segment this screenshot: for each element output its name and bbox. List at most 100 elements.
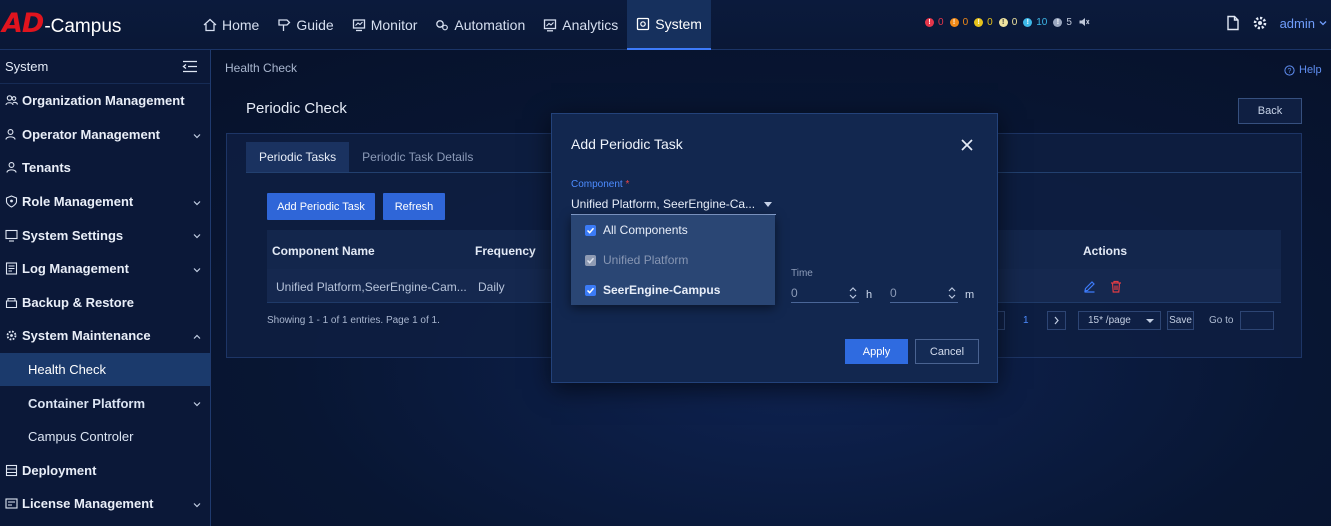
stepper-icon[interactable] (948, 286, 956, 300)
collapse-menu-icon[interactable] (182, 60, 198, 73)
breadcrumb: Health Check (225, 61, 298, 75)
apply-button[interactable]: Apply (845, 339, 908, 364)
edit-icon[interactable] (1083, 280, 1096, 293)
hours-input[interactable]: 0 (791, 284, 859, 303)
sound-off-icon[interactable] (1078, 16, 1090, 28)
stepper-icon[interactable] (849, 286, 857, 300)
sidebar-item-tenants[interactable]: Tenants (0, 151, 210, 185)
tenant-icon (5, 161, 18, 174)
next-page-button[interactable] (1047, 311, 1066, 330)
hours-value: 0 (791, 286, 798, 300)
user-name: admin (1279, 15, 1315, 31)
sidebar-item-log[interactable]: Log Management (0, 252, 210, 286)
nav-guide[interactable]: Guide (268, 0, 342, 50)
help-label: Help (1299, 64, 1322, 76)
save-page-size-button[interactable]: Save (1167, 311, 1194, 330)
component-dropdown: All Components Unified Platform SeerEngi… (571, 215, 775, 305)
major-alarm-count: 0 (962, 16, 969, 28)
nav-system[interactable]: System (627, 0, 711, 50)
chevron-down-icon (192, 498, 202, 508)
sidebar-item-container-platform[interactable]: Container Platform (0, 386, 210, 420)
app-logo[interactable]: AD -Campus (2, 8, 121, 42)
sidebar-item-label: Role Management (22, 194, 134, 210)
sidebar-item-label: Organization Management (22, 93, 185, 109)
sidebar-item-campus-controler[interactable]: Campus Controler (0, 420, 210, 454)
chevron-down-icon (192, 196, 202, 206)
add-periodic-task-button[interactable]: Add Periodic Task (267, 193, 375, 220)
sidebar-item-backup[interactable]: Backup & Restore (0, 286, 210, 320)
sidebar-item-health-check[interactable]: Health Check (0, 352, 210, 387)
sidebar-item-organization[interactable]: Organization Management (0, 84, 210, 118)
sidebar-title: System (5, 59, 49, 74)
back-button[interactable]: Back (1238, 98, 1302, 124)
shield-icon (5, 195, 18, 208)
user-area: admin (1226, 0, 1331, 46)
add-periodic-task-dialog: Add Periodic Task Component * Unified Pl… (551, 113, 998, 383)
option-all-components[interactable]: All Components (571, 215, 775, 245)
hours-unit: h (866, 289, 873, 301)
home-icon (203, 18, 217, 32)
pagination-info: Showing 1 - 1 of 1 entries. Page 1 of 1. (267, 315, 440, 326)
nav-automation[interactable]: Automation (426, 0, 534, 50)
caret-down-icon (1146, 319, 1154, 323)
chevron-down-icon (192, 263, 202, 273)
current-page[interactable]: 1 (1023, 315, 1029, 326)
warning-alarm-count: 0 (1011, 16, 1018, 28)
help-link[interactable]: ? Help (1284, 64, 1322, 76)
tab-periodic-tasks[interactable]: Periodic Tasks (246, 142, 350, 172)
sidebar: System Organization Management Operator … (0, 50, 211, 526)
maintenance-icon (5, 329, 18, 342)
organization-icon (5, 94, 18, 107)
monitor-icon (352, 18, 366, 32)
sidebar-item-operator[interactable]: Operator Management (0, 118, 210, 152)
alarm-summary[interactable]: ! 0 ! 0 ! 0 ! 0 ! 10 ! 5 (925, 16, 1090, 28)
chevron-down-icon (192, 129, 202, 139)
nav-automation-label: Automation (454, 17, 526, 33)
document-icon[interactable] (1226, 15, 1240, 31)
option-seerengine-campus[interactable]: SeerEngine-Campus (571, 275, 775, 305)
page-size-select[interactable]: 15* /page (1078, 311, 1161, 330)
cell-frequency: Daily (478, 280, 505, 294)
chevron-up-icon (192, 330, 202, 340)
cancel-button[interactable]: Cancel (915, 339, 979, 364)
close-icon[interactable] (960, 138, 974, 152)
goto-page-input[interactable] (1240, 311, 1274, 330)
sidebar-item-label: Backup & Restore (22, 294, 134, 310)
cell-component: Unified Platform,SeerEngine-Cam... (276, 280, 467, 294)
column-header-component[interactable]: Component Name (272, 244, 375, 258)
user-menu[interactable]: admin (1280, 16, 1327, 31)
critical-alarm-icon: ! (925, 17, 934, 27)
major-alarm-icon: ! (949, 17, 959, 27)
checkbox-checked-icon (585, 284, 596, 296)
minutes-value: 0 (890, 286, 897, 300)
delete-icon[interactable] (1110, 280, 1122, 293)
logo-ad: AD (2, 8, 44, 39)
nav-home[interactable]: Home (194, 0, 268, 50)
svg-text:?: ? (1288, 68, 1292, 75)
nav-analytics[interactable]: Analytics (534, 0, 627, 50)
sidebar-item-label: Log Management (22, 261, 129, 277)
sidebar-item-maintenance[interactable]: System Maintenance (0, 319, 210, 353)
required-mark: * (625, 179, 630, 190)
gear-icon[interactable] (1252, 15, 1268, 31)
nav-guide-label: Guide (296, 17, 334, 33)
sidebar-item-role[interactable]: Role Management (0, 185, 210, 219)
backup-icon (5, 296, 18, 309)
time-label: Time (791, 268, 813, 279)
unknown-alarm-count: 5 (1066, 16, 1072, 28)
minutes-input[interactable]: 0 (890, 284, 958, 303)
sidebar-item-label: Campus Controler (28, 429, 134, 445)
sidebar-item-label: Operator Management (22, 126, 160, 142)
chart-icon (543, 18, 557, 32)
refresh-button[interactable]: Refresh (383, 193, 445, 220)
settings-box-icon (636, 17, 650, 31)
sidebar-item-label: Health Check (28, 362, 107, 378)
tab-periodic-task-details[interactable]: Periodic Task Details (349, 142, 486, 172)
sidebar-item-system-settings[interactable]: System Settings (0, 218, 210, 252)
caret-down-icon (764, 202, 772, 207)
component-select[interactable]: Unified Platform, SeerEngine-Ca... (571, 194, 776, 215)
nav-monitor[interactable]: Monitor (343, 0, 427, 50)
column-header-frequency[interactable]: Frequency (475, 244, 536, 258)
sidebar-item-deployment[interactable]: Deployment (0, 454, 210, 488)
sidebar-item-license[interactable]: License Management (0, 487, 210, 521)
